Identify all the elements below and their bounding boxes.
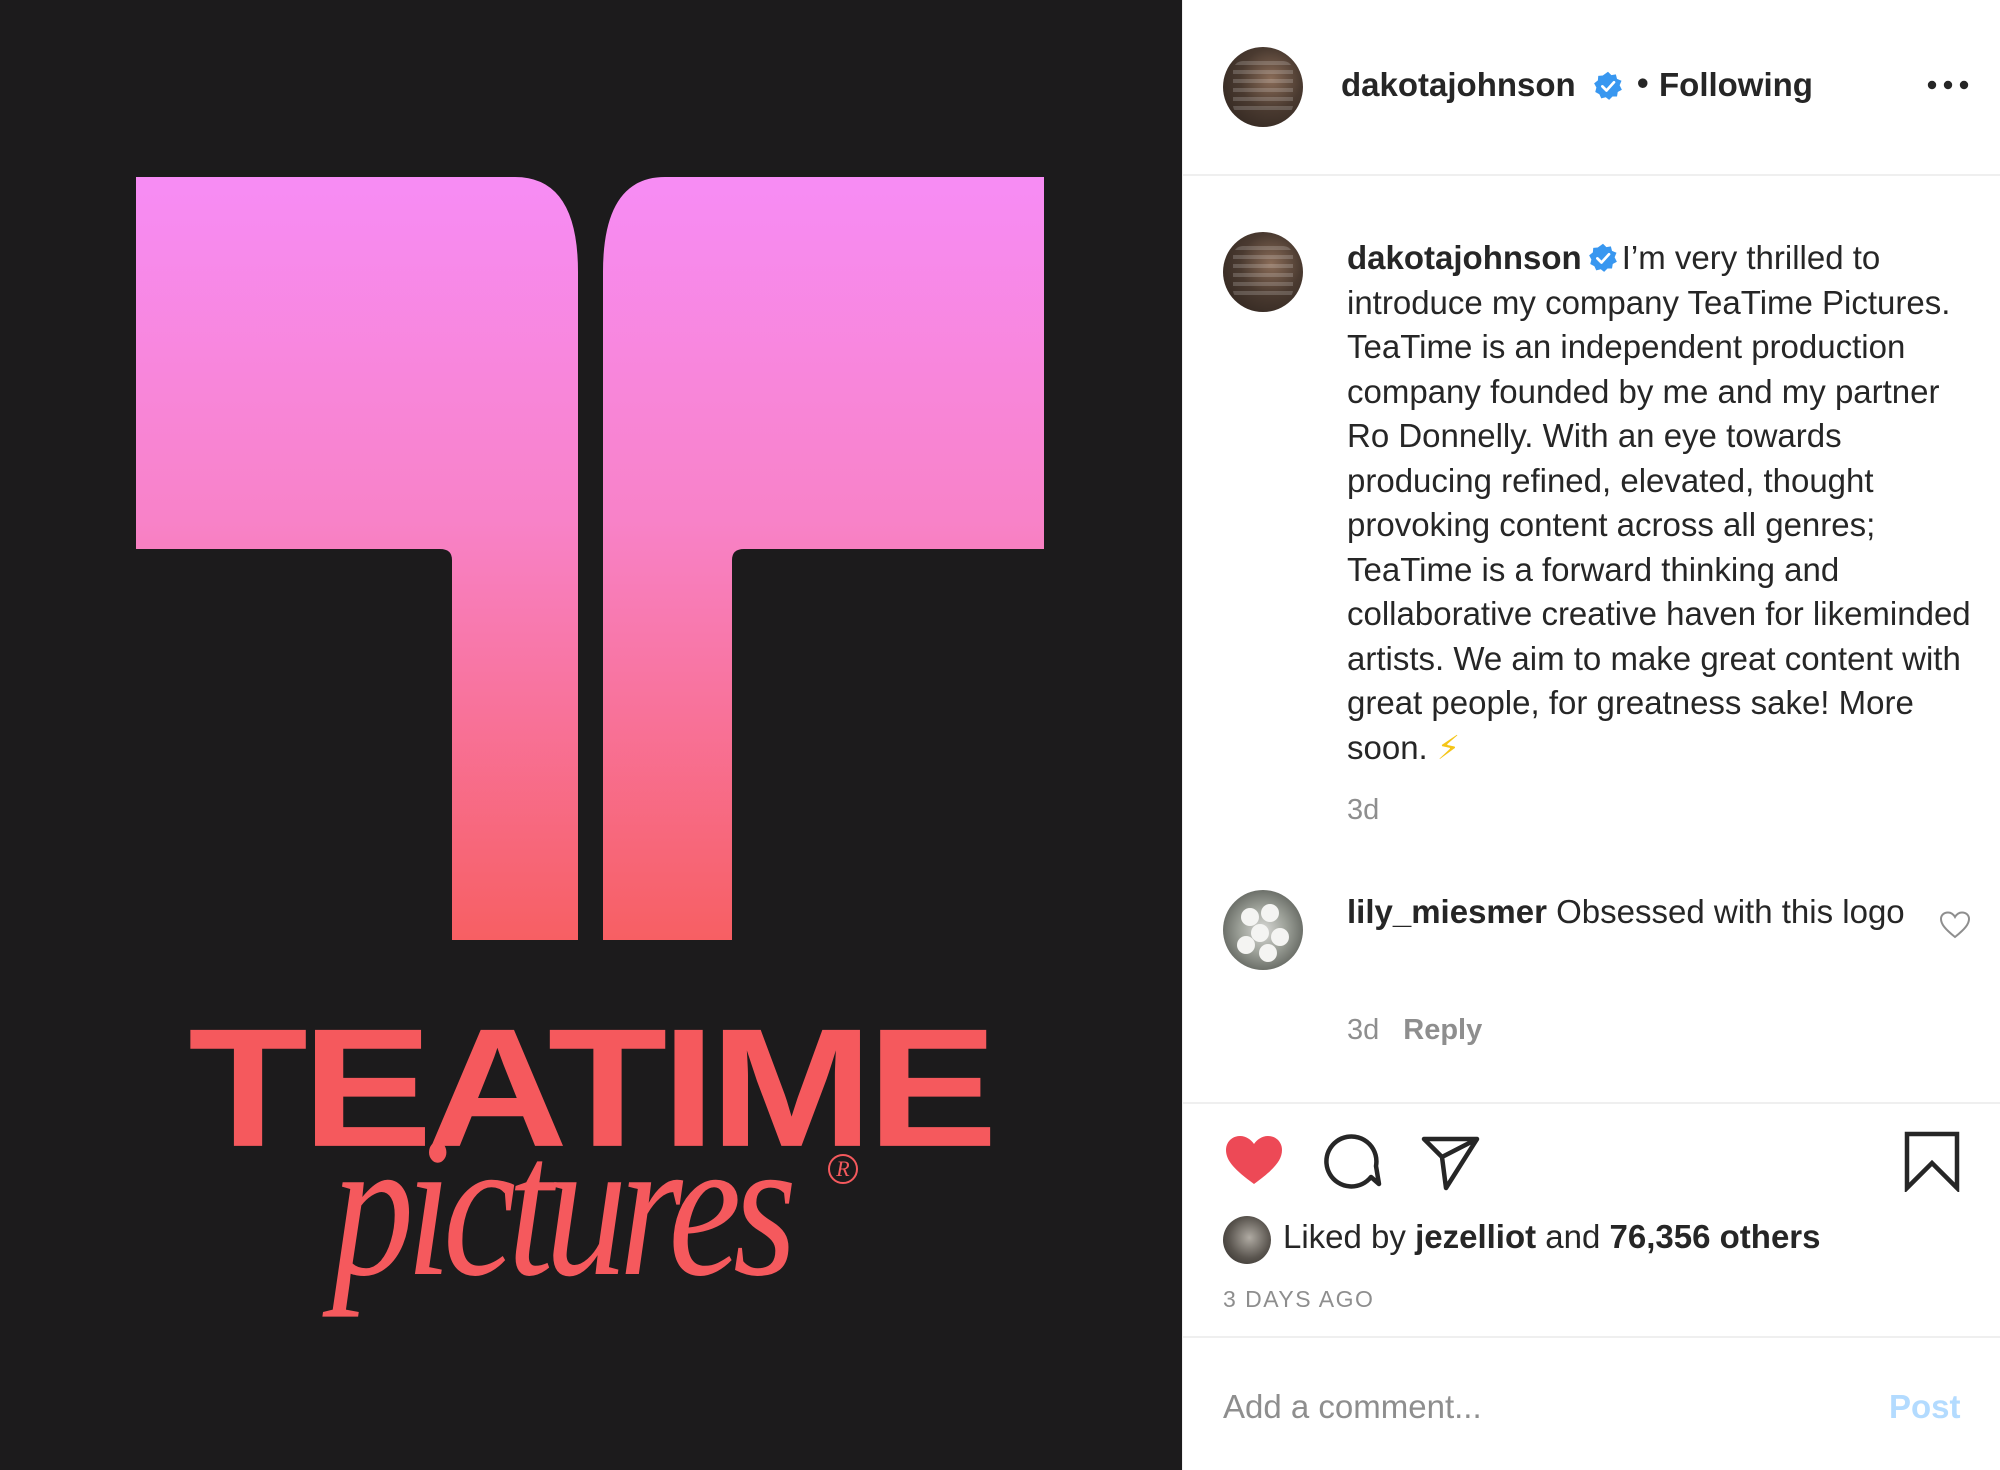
comments-section: dakotajohnson I’m very thrilled to introd… (1183, 176, 2000, 1102)
comment-timestamp[interactable]: 3d (1347, 1014, 1379, 1046)
commenter-avatar[interactable] (1223, 890, 1303, 970)
post-image[interactable]: TEATIME pictures R (0, 0, 1182, 1470)
comment-like-heart-icon[interactable] (1939, 910, 1971, 940)
verified-badge-icon (1588, 243, 1617, 272)
liked-by-others[interactable]: 76,356 others (1610, 1218, 1821, 1255)
bookmark-icon[interactable] (1901, 1130, 1963, 1192)
post-date[interactable]: 3 DAYS AGO (1223, 1286, 1374, 1313)
comment-input[interactable]: Add a comment... (1223, 1388, 1482, 1426)
liked-by-user[interactable]: jezelliot (1415, 1218, 1536, 1255)
following-button[interactable]: Following (1659, 66, 1813, 104)
liked-by-prefix: Liked by (1283, 1218, 1406, 1255)
post-actions: Liked by jezelliot and 76,356 others 3 D… (1183, 1102, 2000, 1338)
likes-summary[interactable]: Liked by jezelliot and 76,356 others (1283, 1218, 1821, 1256)
heart-filled-icon[interactable] (1223, 1130, 1285, 1192)
caption-timestamp[interactable]: 3d (1347, 794, 1379, 827)
reply-button[interactable]: Reply (1403, 1014, 1482, 1046)
instagram-post: TEATIME pictures R dakotajohnson • Follo… (0, 0, 2000, 1470)
lightning-emoji: ⚡ (1436, 728, 1461, 766)
liker-avatar[interactable] (1223, 1216, 1271, 1264)
post-comment-button[interactable]: Post (1889, 1388, 1961, 1426)
comment-bubble-icon[interactable] (1321, 1130, 1383, 1192)
paper-plane-icon[interactable] (1419, 1130, 1481, 1192)
caption-text: dakotajohnson I’m very thrilled to introd… (1347, 236, 1979, 770)
caption-body: I’m very thrilled to introduce my compan… (1347, 239, 1971, 766)
post-side-panel: dakotajohnson • Following dakotajohnson I… (1182, 0, 2000, 1470)
comment-text: lily_miesmer Obsessed with this logo (1347, 890, 1907, 935)
logo-subtitle: pictures (332, 1097, 797, 1318)
separator-dot: • (1637, 64, 1649, 101)
more-options-icon[interactable] (1925, 70, 1971, 100)
verified-badge-icon (1594, 71, 1622, 100)
author-username[interactable]: dakotajohnson (1341, 66, 1576, 104)
commenter-username[interactable]: lily_miesmer (1347, 893, 1547, 930)
author-avatar[interactable] (1223, 47, 1303, 127)
post-header: dakotajohnson • Following (1183, 0, 2000, 176)
caption-author-avatar[interactable] (1223, 232, 1303, 312)
registered-mark: R (828, 1154, 858, 1184)
caption-username[interactable]: dakotajohnson (1347, 239, 1582, 276)
comment-meta: 3d Reply (1347, 1014, 1482, 1047)
comment-body: Obsessed with this logo (1556, 893, 1905, 930)
liked-by-and: and (1545, 1218, 1601, 1255)
